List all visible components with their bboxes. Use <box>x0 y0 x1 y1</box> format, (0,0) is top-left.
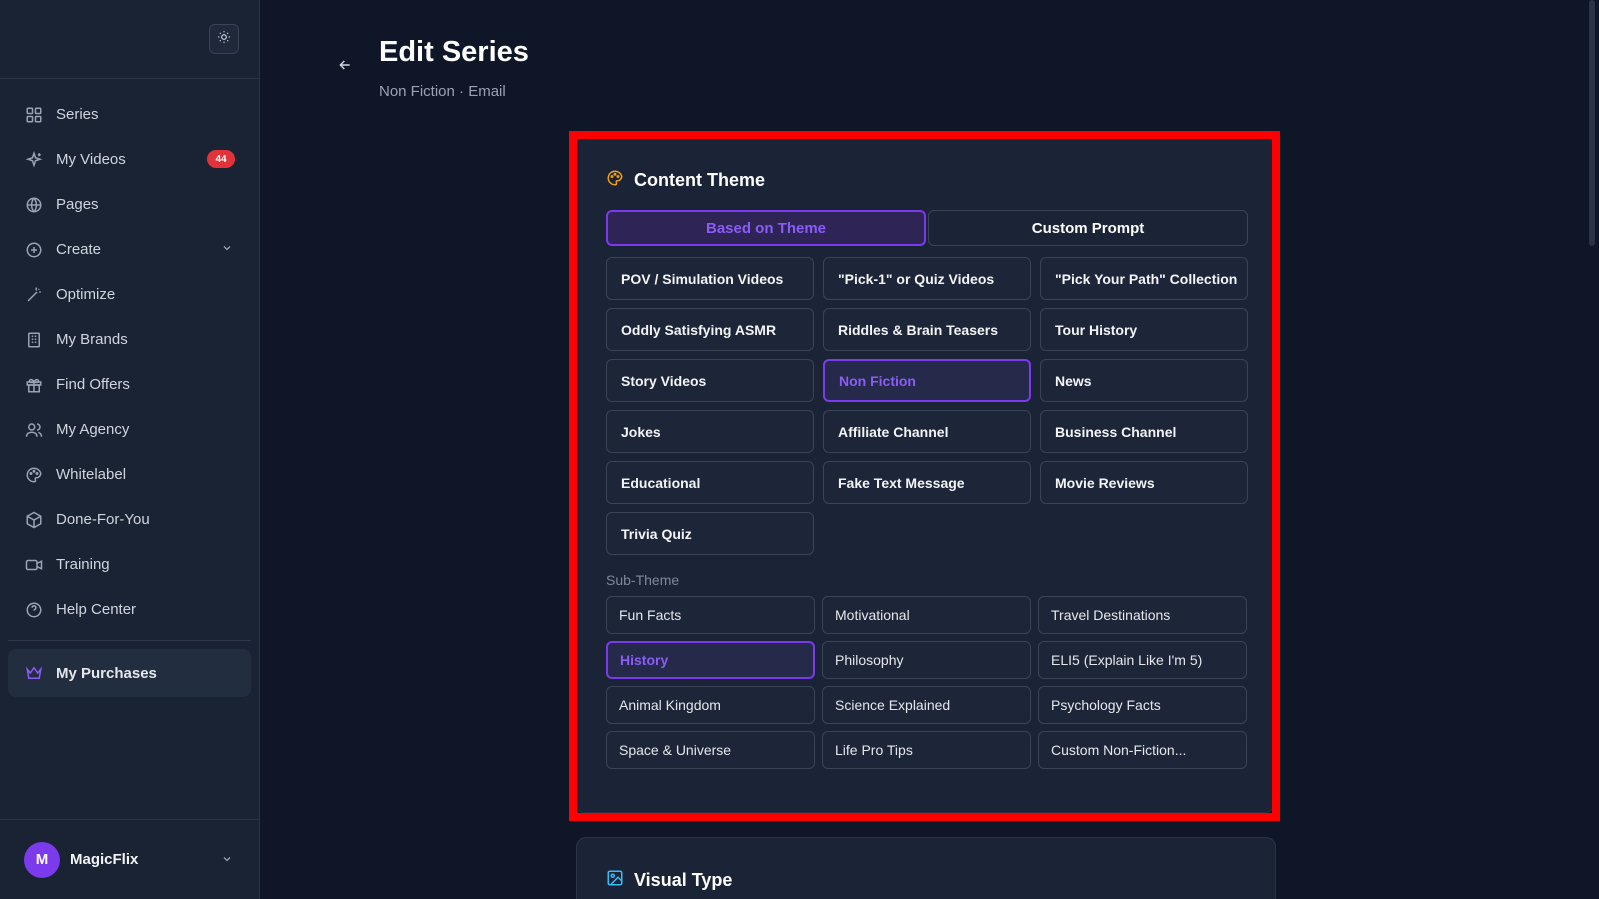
user-menu[interactable]: M MagicFlix <box>0 819 259 899</box>
users-icon <box>24 420 44 440</box>
building-icon <box>24 330 44 350</box>
theme-toggle-button[interactable] <box>209 24 239 54</box>
videos-count-badge: 44 <box>207 150 235 168</box>
image-icon <box>606 869 624 892</box>
visual-type-card: Visual Type <box>576 837 1276 899</box>
video-icon <box>24 555 44 575</box>
sidebar-item-pages[interactable]: Pages <box>0 182 259 227</box>
page-scrollbar[interactable] <box>1589 0 1595 246</box>
chevron-down-icon[interactable] <box>221 852 233 870</box>
globe-icon <box>24 195 44 215</box>
palette-icon <box>24 465 44 485</box>
sidebar-item-find-offers[interactable]: Find Offers <box>0 362 259 407</box>
package-icon <box>24 510 44 530</box>
sidebar-item-optimize[interactable]: Optimize <box>0 272 259 317</box>
plus-circle-icon <box>24 240 44 260</box>
sidebar-item-training[interactable]: Training <box>0 542 259 587</box>
visual-type-header: Visual Type <box>606 869 732 892</box>
sparkles-icon <box>24 150 44 170</box>
sidebar-item-label: Optimize <box>56 286 116 303</box>
sidebar-item-label: My Videos <box>56 151 126 168</box>
sidebar-item-my-brands[interactable]: My Brands <box>0 317 259 362</box>
sidebar-item-label: Training <box>56 556 110 573</box>
highlight-box <box>569 131 1280 821</box>
crown-icon <box>24 663 44 683</box>
sidebar-item-label: Done-For-You <box>56 511 150 528</box>
sidebar-item-label: My Brands <box>56 331 128 348</box>
sidebar-item-label: My Agency <box>56 421 130 438</box>
sidebar-item-label: Whitelabel <box>56 466 127 483</box>
page-subtitle: Non Fiction · Email <box>379 83 506 100</box>
sidebar-item-create[interactable]: Create <box>0 227 259 272</box>
sidebar-nav: Series My Videos 44 Pages Create Optimiz… <box>0 79 259 632</box>
sidebar-item-series[interactable]: Series <box>0 92 259 137</box>
sidebar-item-label: Create <box>56 241 102 258</box>
page-title: Edit Series <box>379 36 529 68</box>
sidebar-item-label: My Purchases <box>56 664 157 682</box>
sidebar-item-label: Series <box>56 106 99 123</box>
avatar: M <box>24 841 60 878</box>
grid-icon <box>24 105 44 125</box>
sidebar-item-whitelabel[interactable]: Whitelabel <box>0 452 259 497</box>
sidebar-item-label: Pages <box>56 196 99 213</box>
visual-type-title: Visual Type <box>634 870 733 890</box>
user-name: MagicFlix <box>70 851 139 868</box>
sidebar-item-label: Help Center <box>56 601 137 618</box>
sidebar-item-help-center[interactable]: Help Center <box>0 587 259 632</box>
sidebar-item-my-agency[interactable]: My Agency <box>0 407 259 452</box>
sidebar-item-done-for-you[interactable]: Done-For-You <box>0 497 259 542</box>
sun-icon <box>217 30 231 49</box>
sidebar-item-my-purchases[interactable]: My Purchases <box>8 649 251 697</box>
magic-wand-icon <box>24 285 44 305</box>
help-circle-icon <box>24 600 44 620</box>
back-arrow-icon[interactable] <box>337 57 353 78</box>
sidebar-item-label: Find Offers <box>56 376 130 393</box>
sidebar-header <box>0 0 259 79</box>
chevron-down-icon[interactable] <box>221 241 233 259</box>
gift-icon <box>24 375 44 395</box>
sidebar-item-my-videos[interactable]: My Videos 44 <box>0 137 259 182</box>
sidebar: Series My Videos 44 Pages Create Optimiz… <box>0 0 260 899</box>
sidebar-divider <box>8 640 251 641</box>
